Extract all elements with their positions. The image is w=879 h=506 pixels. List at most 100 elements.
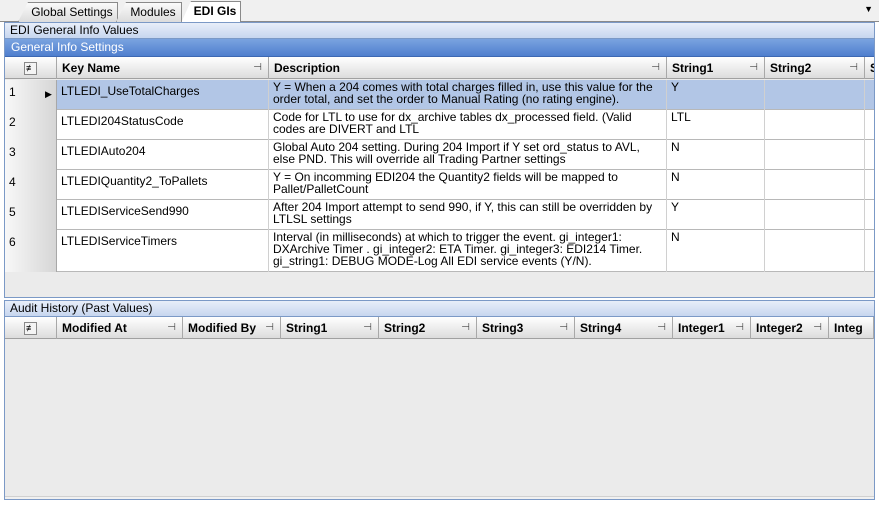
tab-modules[interactable]: Modules [116,2,182,22]
pin-icon[interactable]: ⊣ [657,317,666,339]
table-row[interactable]: 5 LTLEDIServiceSend990 After 204 Import … [5,200,874,230]
pin-icon[interactable]: ⊣ [265,317,274,339]
pin-icon[interactable]: ⊣ [749,57,758,79]
column-header-label: String2 [770,61,812,75]
column-header-label: Integer2 [756,321,803,335]
cell-key-name[interactable]: LTLEDIAuto204 [57,140,269,170]
cell-string2[interactable] [765,170,865,200]
column-header-modified-at[interactable]: Modified At ⊣ [57,317,183,339]
cell-string1[interactable]: N [667,170,765,200]
pin-icon[interactable]: ⊣ [735,317,744,339]
cell-string1[interactable]: LTL [667,110,765,140]
column-chooser-icon: ≢ [24,61,37,75]
column-header-string1[interactable]: String1 ⊣ [667,57,765,79]
column-header-string2[interactable]: String2 ⊣ [379,317,477,339]
column-header-label: String4 [580,321,622,335]
tab-edi-gis[interactable]: EDI GIs [181,1,241,23]
column-header-s[interactable]: S [865,57,874,79]
column-header-label: String1 [286,321,328,335]
column-header-string4[interactable]: String4 ⊣ [575,317,673,339]
pin-icon[interactable]: ⊣ [813,317,822,339]
column-header-string2[interactable]: String2 ⊣ [765,57,865,79]
pin-icon[interactable]: ⊣ [559,317,568,339]
pin-icon[interactable]: ⊣ [651,57,660,79]
scroll-left-icon[interactable]: ‹ [5,497,20,499]
edi-general-info-pane: EDI General Info Values General Info Set… [4,22,875,298]
table-row[interactable]: 3 LTLEDIAuto204 Global Auto 204 setting.… [5,140,874,170]
row-header[interactable]: 6 [5,230,57,272]
table-row[interactable]: 2 LTLEDI204StatusCode Code for LTL to us… [5,110,874,140]
cell-key-name[interactable]: LTLEDIQuantity2_ToPallets [57,170,269,200]
cell-string1[interactable]: N [667,230,765,272]
column-chooser-button[interactable]: ≢ [5,317,57,339]
pane-title: Audit History (Past Values) [5,301,874,317]
chevron-down-icon[interactable]: ▼ [864,4,873,14]
cell-string1[interactable]: Y [667,80,765,110]
cell-description[interactable]: Code for LTL to use for dx_archive table… [269,110,667,140]
current-row-arrow-icon: ▶ [45,89,52,99]
cell-key-name[interactable]: LTLEDIServiceSend990 [57,200,269,230]
row-number: 5 [9,205,16,219]
column-header-label: Integer1 [678,321,725,335]
pane-title: EDI General Info Values [5,23,874,39]
column-header-row: ≢ Modified At ⊣ Modified By ⊣ String1 ⊣ Str… [5,317,874,339]
column-header-integ[interactable]: Integ [829,317,874,339]
group-header: General Info Settings [5,39,874,57]
pin-icon[interactable]: ⊣ [363,317,372,339]
column-header-description[interactable]: Description ⊣ [269,57,667,79]
cell-description[interactable]: Global Auto 204 setting. During 204 Impo… [269,140,667,170]
column-header-string3[interactable]: String3 ⊣ [477,317,575,339]
pin-icon[interactable]: ⊣ [253,57,262,79]
column-header-modified-by[interactable]: Modified By ⊣ [183,317,281,339]
row-number: 6 [9,235,16,249]
cell-string2[interactable] [765,140,865,170]
cell-string2[interactable] [765,230,865,272]
tab-global-settings[interactable]: Global Settings [18,2,118,22]
cell-key-name[interactable]: LTLEDIServiceTimers [57,230,269,272]
table-row[interactable]: 6 LTLEDIServiceTimers Interval (in milli… [5,230,874,272]
cell-string2[interactable] [765,200,865,230]
row-header[interactable]: 5 [5,200,57,230]
column-header-key-name[interactable]: Key Name ⊣ [57,57,269,79]
cell-key-name[interactable]: LTLEDI204StatusCode [57,110,269,140]
row-header[interactable]: 4 [5,170,57,200]
column-header-label: Key Name [62,61,121,75]
cell-description[interactable]: Y = When a 204 comes with total charges … [269,80,667,110]
column-header-label: Modified By [188,321,256,335]
table-row[interactable]: 4 LTLEDIQuantity2_ToPallets Y = On incom… [5,170,874,200]
row-header[interactable]: 1 ▶ [5,80,57,110]
general-info-grid: ≢ Key Name ⊣ Description ⊣ String1 ⊣ String… [5,57,874,295]
column-header-integer1[interactable]: Integer1 ⊣ [673,317,751,339]
cell-string2[interactable] [765,110,865,140]
cell-key-name[interactable]: LTLEDI_UseTotalCharges [57,80,269,110]
column-chooser-button[interactable]: ≢ [5,57,57,79]
audit-history-pane: Audit History (Past Values) ≢ Modified A… [4,300,875,500]
cell-string2[interactable] [765,80,865,110]
column-header-label: String3 [482,321,524,335]
column-chooser-icon: ≢ [24,321,37,335]
scroll-right-icon[interactable]: › [859,497,874,499]
cell-description[interactable]: Y = On incomming EDI204 the Quantity2 fi… [269,170,667,200]
horizontal-scrollbar[interactable]: ‹ › [5,496,874,499]
row-header[interactable]: 3 [5,140,57,170]
tab-label: Global Settings [31,5,113,19]
cell-string1[interactable]: N [667,140,765,170]
audit-history-grid: ≢ Modified At ⊣ Modified By ⊣ String1 ⊣ Str… [5,317,874,499]
tab-strip: Global Settings Modules EDI GIs ▼ [0,0,879,23]
column-header-row: ≢ Key Name ⊣ Description ⊣ String1 ⊣ String… [5,57,874,79]
pin-icon[interactable]: ⊣ [461,317,470,339]
pin-icon[interactable]: ⊣ [849,57,858,79]
column-header-label: String1 [672,61,714,75]
row-header[interactable]: 2 [5,110,57,140]
column-header-label: Integ [834,321,863,335]
tab-label: Modules [130,5,176,19]
cell-description[interactable]: Interval (in milliseconds) at which to t… [269,230,667,272]
cell-description[interactable]: After 204 Import attempt to send 990, if… [269,200,667,230]
table-row[interactable]: 1 ▶ LTLEDI_UseTotalCharges Y = When a 204… [5,80,874,110]
pin-icon[interactable]: ⊣ [167,317,176,339]
cell-string1[interactable]: Y [667,200,765,230]
column-header-string1[interactable]: String1 ⊣ [281,317,379,339]
row-number: 3 [9,145,16,159]
row-number: 1 [9,85,16,99]
column-header-integer2[interactable]: Integer2 ⊣ [751,317,829,339]
